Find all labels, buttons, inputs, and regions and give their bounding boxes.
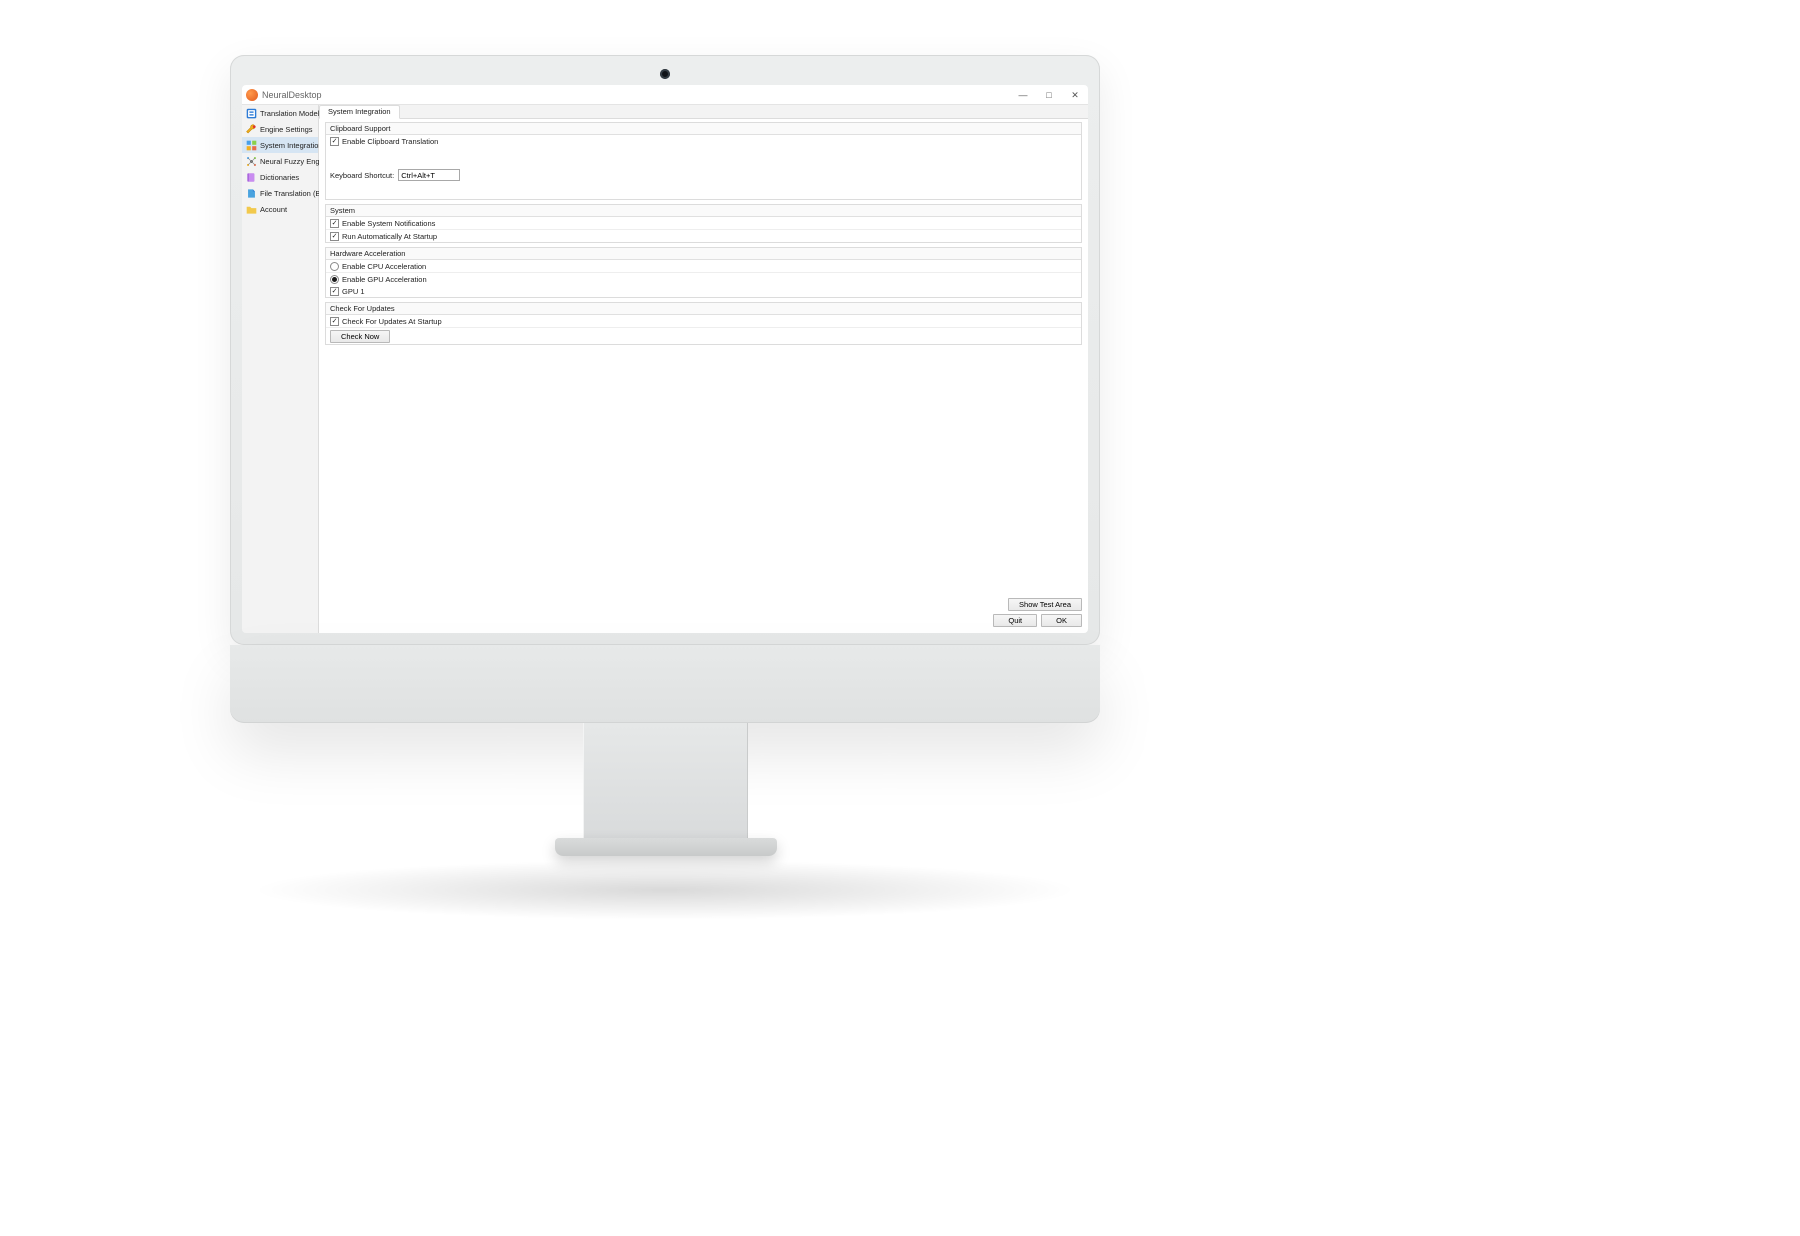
row-system-notifications[interactable]: Enable System Notifications xyxy=(326,217,1081,229)
book-icon xyxy=(246,172,257,183)
shortcut-input[interactable] xyxy=(398,169,460,181)
row-gpu1[interactable]: GPU 1 xyxy=(326,285,1081,297)
nodes-icon xyxy=(246,156,257,167)
sidebar-item-system-integration[interactable]: System Integration xyxy=(242,137,318,153)
footer-buttons: Show Test Area Quit OK xyxy=(993,598,1082,627)
checkbox-updates-startup[interactable] xyxy=(330,317,339,326)
checkbox-label: Enable Clipboard Translation xyxy=(342,137,438,146)
checkbox-label: GPU 1 xyxy=(342,287,365,296)
sidebar-item-label: Engine Settings xyxy=(260,125,313,134)
row-autostart[interactable]: Run Automatically At Startup xyxy=(326,229,1081,242)
camera-dot xyxy=(660,69,670,79)
checkbox-label: Enable System Notifications xyxy=(342,219,435,228)
group-clipboard: Clipboard Support Enable Clipboard Trans… xyxy=(325,122,1082,200)
sidebar-item-label: Dictionaries xyxy=(260,173,299,182)
sidebar-item-label: Account xyxy=(260,205,287,214)
sidebar-item-label: System Integration xyxy=(260,141,323,150)
sidebar-item-neural-fuzzy-engine[interactable]: Neural Fuzzy Engine xyxy=(242,153,318,169)
monitor-frame: NeuralDesktop — □ ✕ Translation Models xyxy=(230,55,1100,645)
row-gpu-accel[interactable]: Enable GPU Acceleration xyxy=(326,272,1081,285)
row-check-now: Check Now xyxy=(326,327,1081,344)
checkbox-system-notifications[interactable] xyxy=(330,219,339,228)
row-enable-clipboard[interactable]: Enable Clipboard Translation xyxy=(326,135,1081,147)
desk-shadow xyxy=(250,860,1080,920)
checkbox-gpu1[interactable] xyxy=(330,287,339,296)
main-panel: System Integration Clipboard Support Ena… xyxy=(319,105,1088,633)
ok-button[interactable]: OK xyxy=(1041,614,1082,627)
sidebar-item-engine-settings[interactable]: Engine Settings xyxy=(242,121,318,137)
radio-label: Enable GPU Acceleration xyxy=(342,275,427,284)
close-button[interactable]: ✕ xyxy=(1062,85,1088,105)
sidebar-item-dictionaries[interactable]: Dictionaries xyxy=(242,169,318,185)
group-header: Check For Updates xyxy=(326,303,1081,315)
monitor-stand-neck xyxy=(583,723,748,843)
row-keyboard-shortcut: Keyboard Shortcut: xyxy=(326,165,1081,185)
titlebar: NeuralDesktop — □ ✕ xyxy=(242,85,1088,105)
file-icon xyxy=(246,188,257,199)
checkbox-autostart[interactable] xyxy=(330,232,339,241)
group-header: System xyxy=(326,205,1081,217)
sidebar-item-label: Translation Models xyxy=(260,109,323,118)
show-test-area-button[interactable]: Show Test Area xyxy=(1008,598,1082,611)
settings-panel: Clipboard Support Enable Clipboard Trans… xyxy=(319,119,1088,355)
tab-system-integration[interactable]: System Integration xyxy=(319,105,400,119)
checkbox-enable-clipboard[interactable] xyxy=(330,137,339,146)
shortcut-label: Keyboard Shortcut: xyxy=(330,171,394,180)
folder-icon xyxy=(246,204,257,215)
row-cpu-accel[interactable]: Enable CPU Acceleration xyxy=(326,260,1081,272)
radio-cpu-accel[interactable] xyxy=(330,262,339,271)
app-icon xyxy=(246,89,258,101)
group-updates: Check For Updates Check For Updates At S… xyxy=(325,302,1082,345)
radio-label: Enable CPU Acceleration xyxy=(342,262,426,271)
group-hardware-acceleration: Hardware Acceleration Enable CPU Acceler… xyxy=(325,247,1082,298)
sidebar-item-translation-models[interactable]: Translation Models xyxy=(242,105,318,121)
sidebar-item-file-translation[interactable]: File Translation (Beta) xyxy=(242,185,318,201)
quit-button[interactable]: Quit xyxy=(993,614,1037,627)
maximize-button[interactable]: □ xyxy=(1036,85,1062,105)
tab-strip: System Integration xyxy=(319,105,1088,119)
checkbox-label: Run Automatically At Startup xyxy=(342,232,437,241)
window-controls: — □ ✕ xyxy=(1010,85,1088,105)
check-now-button[interactable]: Check Now xyxy=(330,330,390,343)
group-system: System Enable System Notifications Run A… xyxy=(325,204,1082,243)
globe-icon xyxy=(246,108,257,119)
monitor-chin xyxy=(230,645,1100,723)
sidebar: Translation Models Engine Settings Syste… xyxy=(242,105,319,633)
puzzle-icon xyxy=(246,140,257,151)
app-body: Translation Models Engine Settings Syste… xyxy=(242,105,1088,633)
group-header: Hardware Acceleration xyxy=(326,248,1081,260)
checkbox-label: Check For Updates At Startup xyxy=(342,317,442,326)
screen: NeuralDesktop — □ ✕ Translation Models xyxy=(242,85,1088,633)
monitor-stand-base xyxy=(555,838,777,856)
window-title: NeuralDesktop xyxy=(262,90,322,100)
wrench-icon xyxy=(246,124,257,135)
radio-gpu-accel[interactable] xyxy=(330,275,339,284)
sidebar-item-account[interactable]: Account xyxy=(242,201,318,217)
group-header: Clipboard Support xyxy=(326,123,1081,135)
row-updates-startup[interactable]: Check For Updates At Startup xyxy=(326,315,1081,327)
minimize-button[interactable]: — xyxy=(1010,85,1036,105)
